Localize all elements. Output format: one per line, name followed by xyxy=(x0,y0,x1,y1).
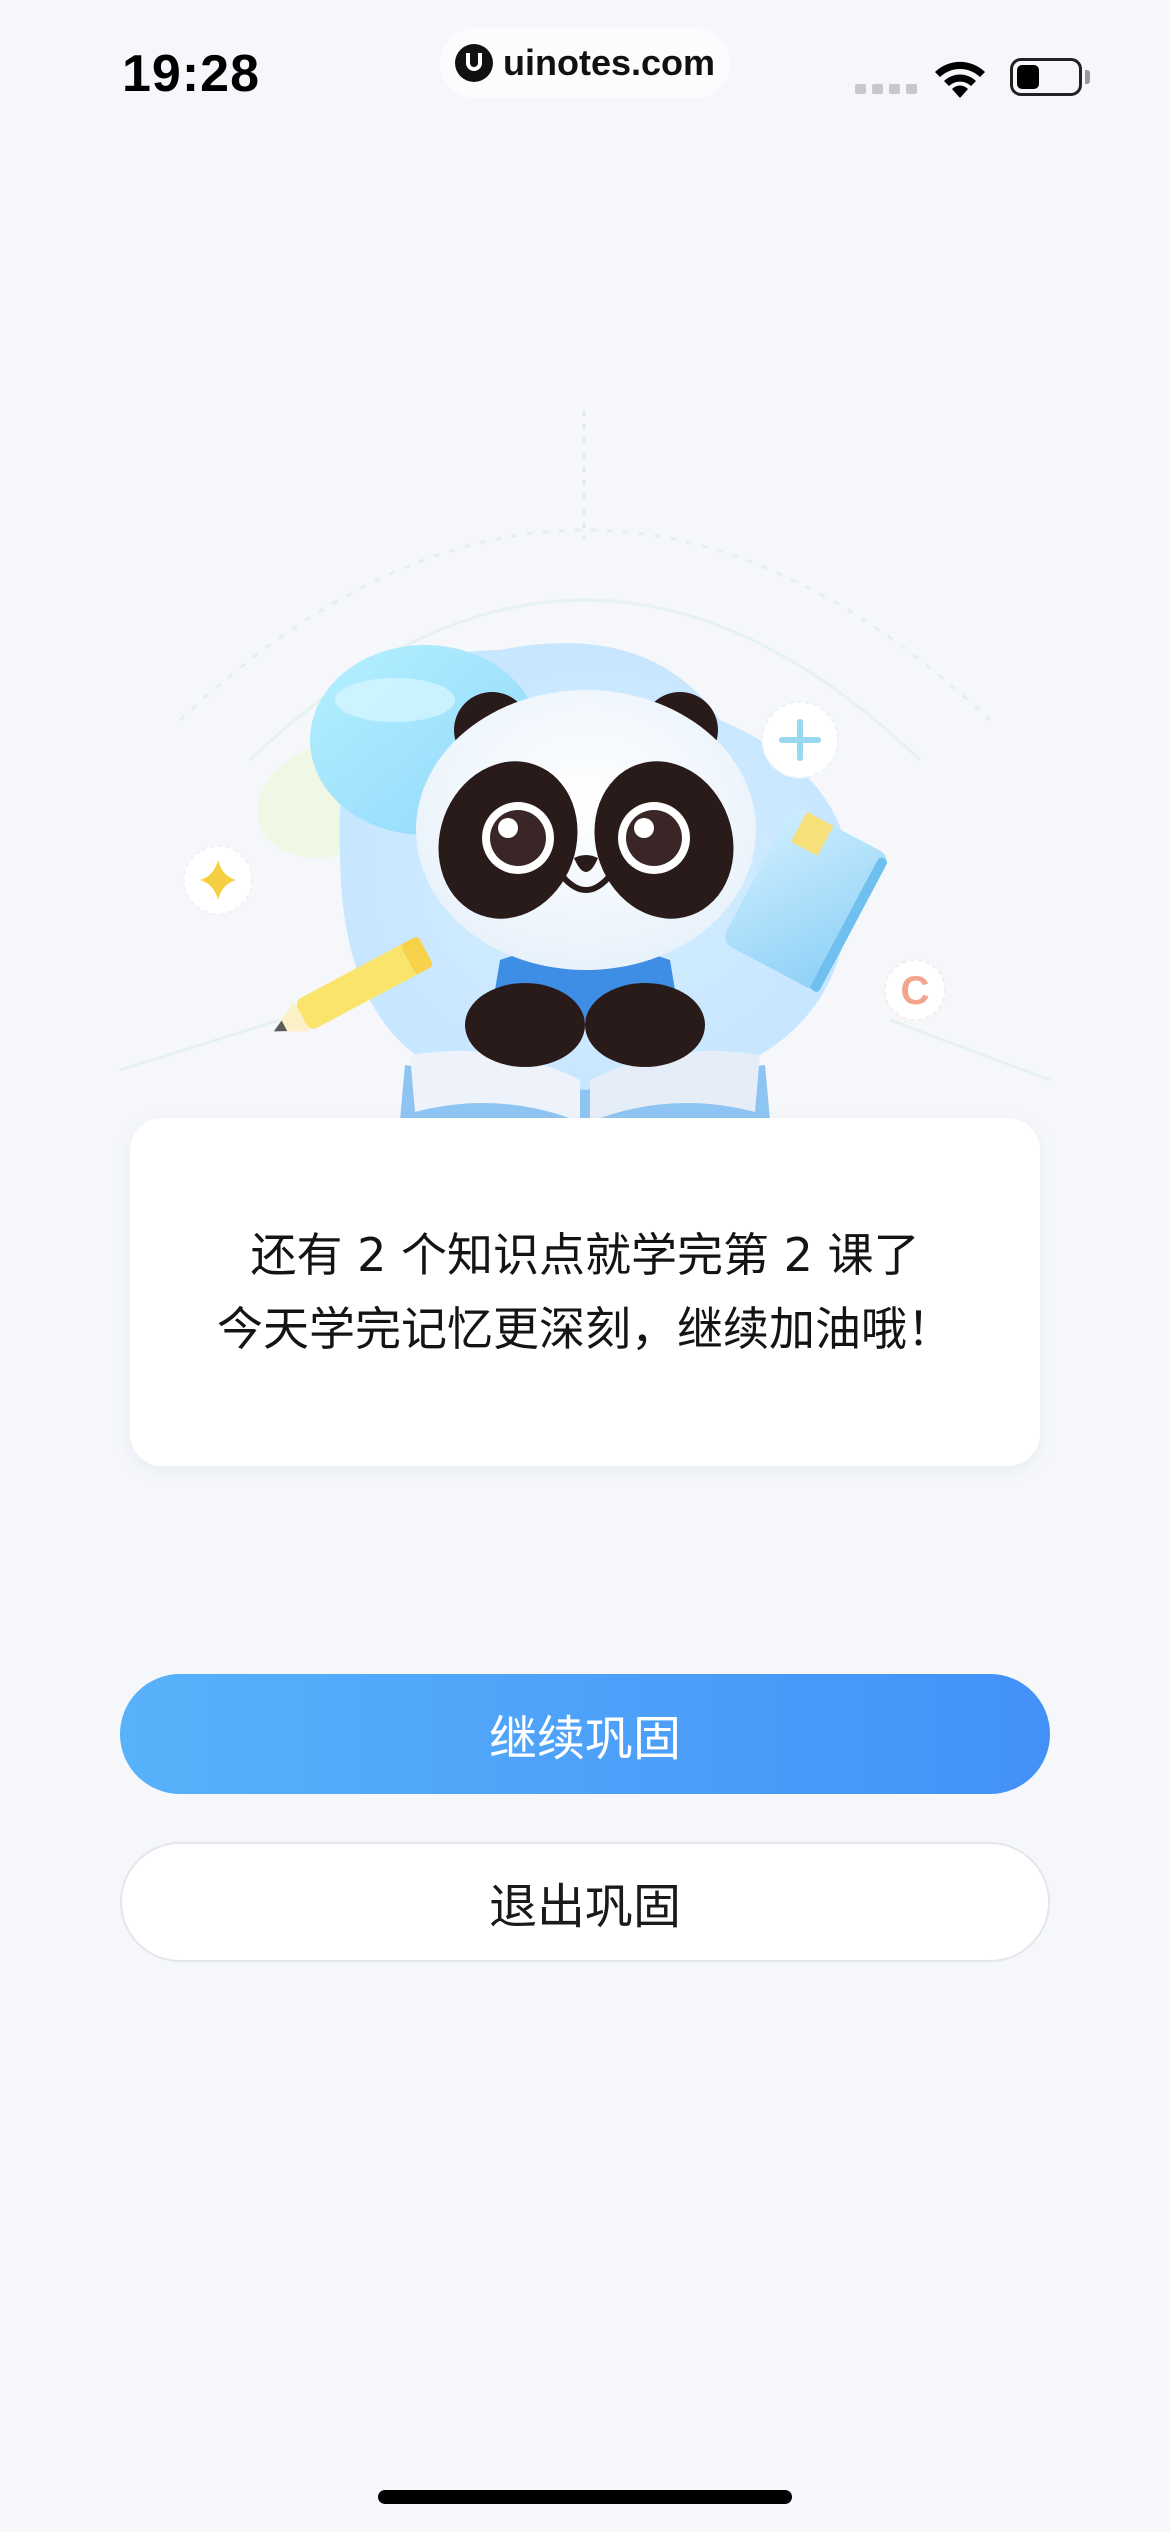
progress-message-card: 还有 2 个知识点就学完第 2 课了 今天学完记忆更深刻，继续加油哦！ xyxy=(130,1118,1040,1466)
continue-review-button[interactable]: 继续巩固 xyxy=(120,1674,1050,1794)
decor-letter: C xyxy=(901,969,930,1013)
home-indicator[interactable] xyxy=(378,2490,792,2504)
status-bar: 19:28 uinotes.com xyxy=(0,0,1170,140)
watermark-text: uinotes.com xyxy=(502,42,716,83)
battery-icon xyxy=(1010,58,1082,96)
message-line-1: 还有 2 个知识点就学完第 2 课了 xyxy=(250,1228,920,1282)
wifi-icon xyxy=(935,61,985,98)
panda-illustration: C xyxy=(119,410,1051,1145)
cellular-signal-icon xyxy=(855,84,917,94)
battery-cap xyxy=(1085,70,1090,84)
watermark-badge: uinotes.com xyxy=(440,28,730,98)
uinotes-logo-icon xyxy=(454,44,493,82)
status-time: 19:28 xyxy=(122,45,260,103)
message-line-2: 今天学完记忆更深刻，继续加油哦！ xyxy=(217,1302,953,1356)
exit-review-button[interactable]: 退出巩固 xyxy=(120,1842,1050,1962)
